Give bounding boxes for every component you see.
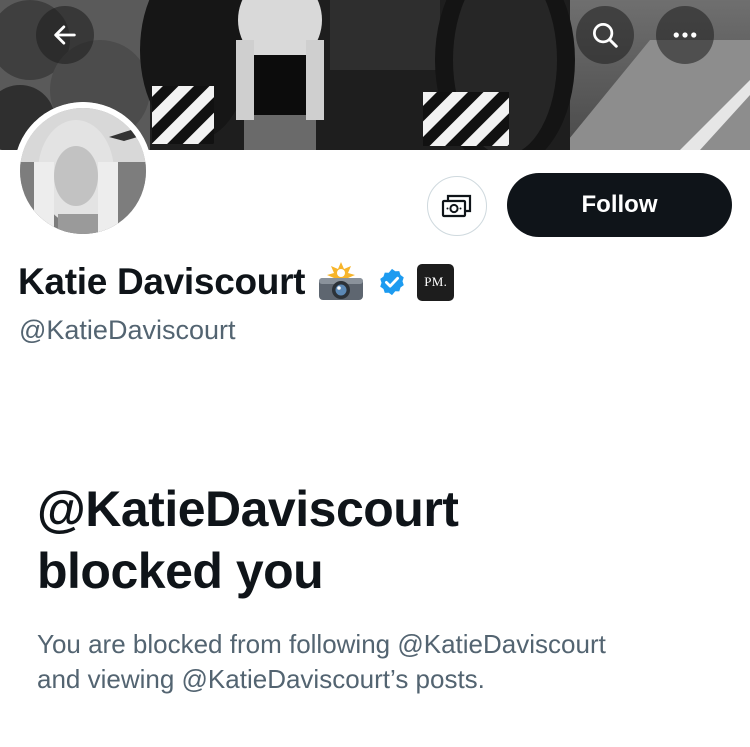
blocked-message-line2: and viewing @KatieDaviscourt’s posts. xyxy=(37,664,485,694)
affiliate-badge[interactable]: PM. xyxy=(417,263,455,301)
money-icon xyxy=(441,194,472,218)
profile-name-row: Katie Daviscourt PM. xyxy=(18,257,455,307)
blocked-title-line1: @KatieDaviscourt xyxy=(37,481,459,537)
display-name: Katie Daviscourt xyxy=(18,261,306,302)
profile-avatar[interactable] xyxy=(14,102,152,240)
blocked-message: You are blocked from following @KatieDav… xyxy=(37,627,727,697)
verified-badge-icon[interactable] xyxy=(377,267,407,297)
search-button[interactable] xyxy=(576,6,634,64)
profile-handle: @KatieDaviscourt xyxy=(19,315,236,345)
avatar-image xyxy=(14,102,152,240)
camera-with-flash-emoji xyxy=(317,262,365,302)
follow-button[interactable]: Follow xyxy=(507,173,732,237)
arrow-left-icon xyxy=(54,25,76,45)
search-icon xyxy=(593,23,618,48)
subscribe-button[interactable] xyxy=(427,176,487,236)
more-horizontal-icon xyxy=(673,32,697,38)
back-button[interactable] xyxy=(36,6,94,64)
blocked-title: @KatieDaviscourt blocked you xyxy=(37,478,717,602)
blocked-title-line2: blocked you xyxy=(37,543,324,599)
blocked-message-line1: You are blocked from following @KatieDav… xyxy=(37,629,606,659)
more-button[interactable] xyxy=(656,6,714,64)
